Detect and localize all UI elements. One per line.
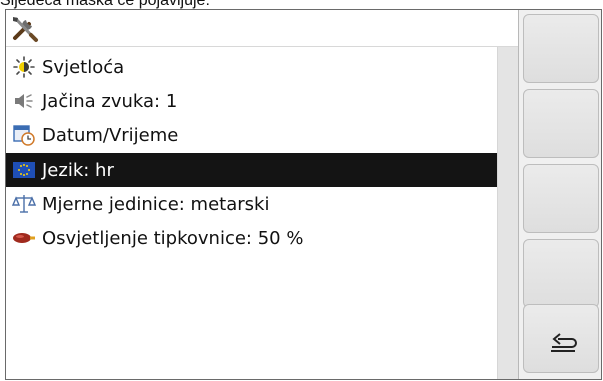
caption-text: Sljedeća maska će pojavljuje: xyxy=(0,0,210,9)
back-softkey[interactable] xyxy=(523,304,599,373)
softkey-2[interactable] xyxy=(523,89,599,158)
eu-flag-icon xyxy=(12,158,36,182)
settings-item-label: Osvjetljenje tipkovnice: 50 % xyxy=(42,227,304,249)
settings-item-label: Jačina zvuka: 1 xyxy=(42,90,178,112)
softkey-4[interactable] xyxy=(523,239,599,308)
settings-item-label: Mjerne jedinice: metarski xyxy=(42,193,270,215)
softkey-1[interactable] xyxy=(523,14,599,83)
settings-item[interactable]: Mjerne jedinice: metarski xyxy=(6,187,497,221)
terminal-screen: Svjetloća Jačina zvuka: 1 Datum/Vrijeme Jez… xyxy=(5,9,602,380)
softkey-3[interactable] xyxy=(523,164,599,233)
settings-item-label: Datum/Vrijeme xyxy=(42,124,179,146)
settings-item-label: Svjetloća xyxy=(42,56,125,78)
scale-icon xyxy=(11,192,37,216)
speaker-icon xyxy=(12,89,36,113)
calendar-clock-icon xyxy=(12,123,36,147)
settings-item[interactable]: Datum/Vrijeme xyxy=(6,118,497,152)
softkey-bar xyxy=(518,10,601,379)
settings-item[interactable]: Jezik: hr xyxy=(6,153,497,187)
settings-item[interactable]: Svjetloća xyxy=(6,50,497,84)
tools-icon xyxy=(13,17,38,42)
settings-list: Svjetloća Jačina zvuka: 1 Datum/Vrijeme Jez… xyxy=(6,47,497,379)
back-arrow-icon xyxy=(548,327,578,353)
keyboard-light-icon xyxy=(12,226,36,250)
title-bar xyxy=(6,10,518,47)
settings-item[interactable]: Osvjetljenje tipkovnice: 50 % xyxy=(6,221,497,255)
settings-item[interactable]: Jačina zvuka: 1 xyxy=(6,84,497,118)
settings-item-label: Jezik: hr xyxy=(42,159,114,181)
brightness-icon xyxy=(12,55,36,79)
settings-panel: Svjetloća Jačina zvuka: 1 Datum/Vrijeme Jez… xyxy=(6,10,518,379)
scrollbar[interactable] xyxy=(497,47,518,379)
